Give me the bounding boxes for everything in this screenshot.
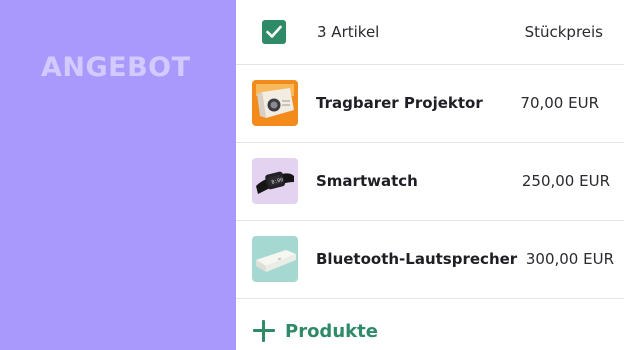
speaker-thumbnail [252, 236, 298, 282]
unit-price-header: Stückpreis [524, 23, 603, 41]
product-price: 70,00 EUR [520, 94, 599, 112]
checkmark-icon [266, 25, 282, 38]
list-item[interactable]: Tragbarer Projektor 70,00 EUR [236, 65, 624, 143]
product-price: 250,00 EUR [521, 172, 610, 190]
add-products-label: Produkte [285, 320, 378, 342]
product-price: 300,00 EUR [525, 250, 614, 268]
smartwatch-image: 8:00 [252, 158, 298, 204]
plus-icon [252, 319, 276, 343]
product-name: Smartwatch [316, 172, 418, 190]
smartwatch-thumbnail: 8:00 [252, 158, 298, 204]
select-all-checkbox[interactable] [262, 20, 286, 44]
product-name: Bluetooth-Lautsprecher [316, 250, 518, 268]
product-name: Tragbarer Projektor [316, 94, 483, 112]
add-products-button[interactable]: Produkte [252, 318, 378, 344]
list-item[interactable]: Bluetooth-Lautsprecher 300,00 EUR [236, 221, 624, 299]
list-header: 3 Artikel Stückpreis [236, 0, 624, 65]
projector-thumbnail [252, 80, 298, 126]
projector-image [252, 80, 298, 126]
offer-title: ANGEBOT [41, 52, 191, 83]
item-count: 3 Artikel [317, 23, 380, 41]
list-item[interactable]: 8:00 Smartwatch 250,00 EUR [236, 143, 624, 221]
product-list-panel: 3 Artikel Stückpreis Tragbarer Projektor… [236, 0, 624, 350]
speaker-image [252, 236, 298, 282]
sidebar-panel: ANGEBOT [0, 0, 236, 350]
